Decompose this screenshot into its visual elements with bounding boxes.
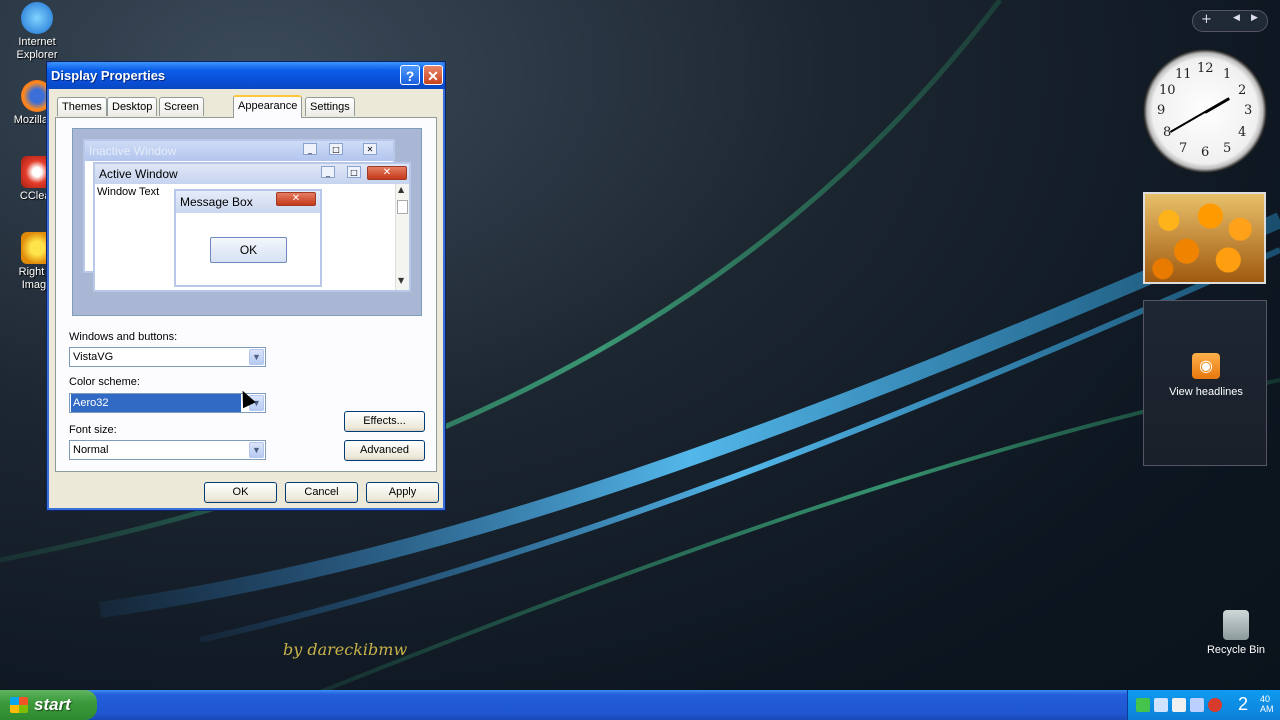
- clock-number: 3: [1244, 103, 1253, 118]
- time-hour: 2: [1238, 694, 1249, 714]
- tab-appearance[interactable]: Appearance: [233, 95, 303, 118]
- appearance-preview: Inactive Window _ □ ✕ Active Window _ □ …: [72, 128, 422, 316]
- start-label: start: [34, 695, 71, 714]
- feed-headlines-gadget[interactable]: ◉ View headlines: [1143, 300, 1267, 466]
- clock-number: 6: [1201, 145, 1210, 160]
- close-icon: ✕: [276, 192, 316, 206]
- desktop-icon-label: Recycle Bin: [1206, 644, 1266, 656]
- apply-button[interactable]: Apply: [366, 482, 439, 503]
- font-size-select[interactable]: Normal ▼: [69, 440, 266, 460]
- view-headlines-link[interactable]: View headlines: [1144, 386, 1268, 398]
- minimize-icon: _: [303, 143, 317, 155]
- network-icon[interactable]: [1136, 698, 1150, 712]
- sidebar-controls: + ◀ ▶: [1192, 10, 1268, 32]
- taskbar: start 2 40 AM: [0, 690, 1280, 720]
- rss-icon: ◉: [1192, 353, 1220, 379]
- clock-gadget[interactable]: 12 1 2 3 4 5 6 7 8 9 10 11: [1143, 49, 1267, 173]
- time-minutes-value: 40: [1260, 694, 1271, 704]
- volume-icon[interactable]: [1172, 698, 1186, 712]
- clock-number: 9: [1157, 103, 1166, 118]
- preview-scrollbar: ▲ ▼: [395, 184, 409, 290]
- clock-minute-hand: [1169, 111, 1206, 133]
- watermark-text: by dareckibmw: [283, 640, 408, 659]
- clock-number: 1: [1223, 67, 1232, 82]
- clock-number: 12: [1197, 61, 1214, 76]
- scroll-down-icon: ▼: [398, 276, 405, 285]
- help-button[interactable]: ?: [400, 65, 420, 85]
- clock-number: 4: [1238, 125, 1247, 140]
- preview-inactive-title: Inactive Window: [85, 141, 393, 161]
- color-scheme-value: Aero32: [71, 394, 241, 412]
- recycle-bin-icon: [1223, 610, 1249, 640]
- chevron-down-icon[interactable]: ▼: [249, 349, 264, 365]
- advanced-button[interactable]: Advanced: [344, 440, 425, 461]
- maximize-icon: □: [329, 143, 343, 155]
- scroll-up-icon: ▲: [398, 185, 405, 194]
- preview-message-box: Message Box ✕ OK: [174, 189, 322, 287]
- preview-window-text: Window Text: [97, 186, 160, 198]
- font-size-label: Font size:: [69, 424, 117, 436]
- close-icon: ✕: [427, 68, 439, 84]
- ok-button[interactable]: OK: [204, 482, 277, 503]
- clock-readout[interactable]: 2 40 AM: [1238, 694, 1274, 715]
- clock-number: 7: [1179, 141, 1188, 156]
- tab-screen-saver[interactable]: Screen Saver: [159, 97, 204, 132]
- slideshow-gadget[interactable]: [1143, 192, 1266, 284]
- tab-themes[interactable]: Themes: [57, 97, 107, 116]
- chevron-right-icon[interactable]: ▶: [1251, 13, 1258, 23]
- close-icon: ✕: [367, 166, 407, 180]
- desktop-icon-recycle-bin[interactable]: Recycle Bin: [1202, 610, 1270, 656]
- appearance-panel: Inactive Window _ □ ✕ Active Window _ □ …: [55, 117, 437, 472]
- preview-ok-button: OK: [210, 237, 287, 263]
- windows-flag-icon: [10, 697, 28, 713]
- clock-number: 11: [1175, 67, 1192, 82]
- help-icon: ?: [405, 68, 415, 84]
- effects-button[interactable]: Effects...: [344, 411, 425, 432]
- preview-active-title: Active Window: [95, 164, 409, 184]
- desktop-icon-internet-explorer[interactable]: Internet Explorer: [1, 2, 73, 62]
- display-icon[interactable]: [1154, 698, 1168, 712]
- windows-buttons-select[interactable]: VistaVG ▼: [69, 347, 266, 367]
- close-icon: ✕: [363, 143, 377, 155]
- security-shield-icon[interactable]: [1208, 698, 1222, 712]
- windows-buttons-value: VistaVG: [73, 351, 114, 363]
- time-minutes: 40 AM: [1260, 694, 1274, 714]
- time-ampm: AM: [1260, 704, 1274, 714]
- preview-active-window: Active Window _ □ ✕ Window Text ▲ ▼ Mess…: [93, 162, 411, 292]
- clock-number: 5: [1223, 141, 1232, 156]
- font-size-value: Normal: [73, 444, 109, 456]
- system-tray: 2 40 AM: [1127, 690, 1280, 720]
- cancel-button[interactable]: Cancel: [285, 482, 358, 503]
- windows-buttons-label: Windows and buttons:: [69, 331, 178, 343]
- scroll-thumb: [397, 200, 408, 214]
- tab-settings[interactable]: Settings: [305, 97, 355, 116]
- start-button[interactable]: start: [0, 690, 97, 720]
- clock-number: 10: [1159, 83, 1176, 98]
- tools-icon[interactable]: [1190, 698, 1204, 712]
- minimize-icon: _: [321, 166, 335, 178]
- maximize-icon: □: [347, 166, 361, 178]
- close-button[interactable]: ✕: [423, 65, 443, 85]
- desktop-icon-label: Internet: [18, 36, 56, 48]
- clock-number: 2: [1238, 83, 1247, 98]
- color-scheme-label: Color scheme:: [69, 376, 140, 388]
- chevron-down-icon[interactable]: ▼: [249, 442, 264, 458]
- clock-hour-hand: [1204, 97, 1230, 114]
- dialog-titlebar[interactable]: Display Properties ? ✕: [47, 62, 445, 89]
- add-gadget-icon[interactable]: +: [1201, 12, 1212, 27]
- internet-explorer-icon: [21, 2, 53, 34]
- tab-desktop[interactable]: Desktop: [107, 97, 158, 116]
- dialog-title: Display Properties: [51, 68, 166, 83]
- display-properties-dialog: Display Properties ? ✕ Themes Desktop Sc…: [46, 61, 446, 511]
- chevron-left-icon[interactable]: ◀: [1233, 13, 1240, 23]
